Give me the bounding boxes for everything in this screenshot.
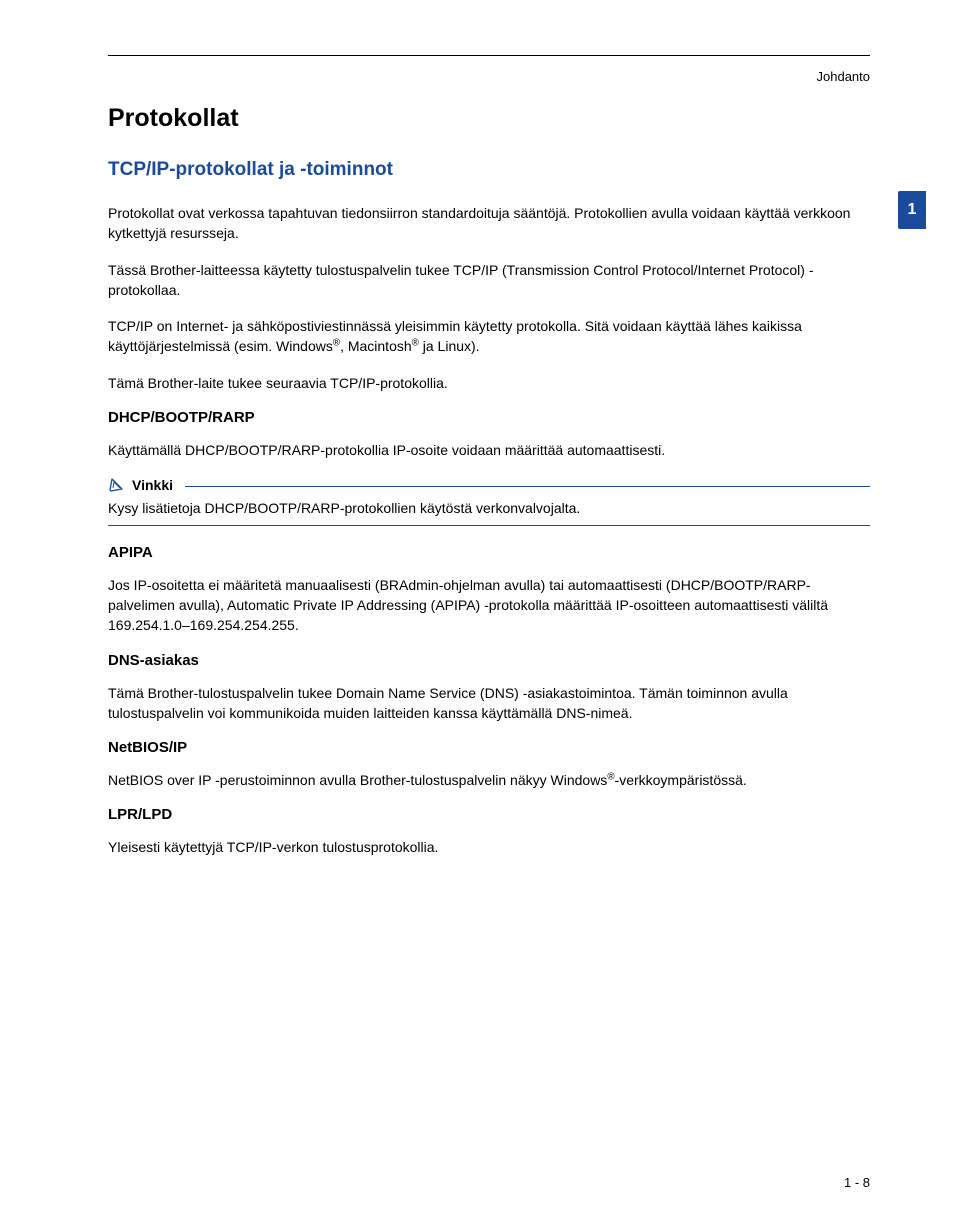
page-number: 1 - 8: [844, 1175, 870, 1190]
page-title: Protokollat: [108, 104, 870, 133]
note-label: Vinkki: [132, 477, 173, 493]
note-rule: [185, 486, 870, 487]
intro-paragraph-2: Tässä Brother-laitteessa käytetty tulost…: [108, 260, 870, 301]
registered-mark: ®: [607, 772, 614, 783]
registered-mark: ®: [333, 338, 340, 349]
lpr-title: LPR/LPD: [108, 806, 870, 823]
context-header: Johdanto: [817, 69, 871, 84]
note-icon: [108, 476, 126, 494]
apipa-body: Jos IP-osoitetta ei määritetä manuaalise…: [108, 575, 870, 636]
dhcp-body: Käyttämällä DHCP/BOOTP/RARP-protokollia …: [108, 440, 870, 460]
chapter-number-badge: 1: [898, 191, 926, 229]
netbios-title: NetBIOS/IP: [108, 739, 870, 756]
intro-paragraph-4: Tämä Brother-laite tukee seuraavia TCP/I…: [108, 373, 870, 393]
section-title: TCP/IP-protokollat ja -toiminnot: [108, 159, 870, 181]
intro-paragraph-1: Protokollat ovat verkossa tapahtuvan tie…: [108, 203, 870, 244]
lpr-body: Yleisesti käytettyjä TCP/IP-verkon tulos…: [108, 837, 870, 857]
note-box: Vinkki Kysy lisätietoja DHCP/BOOTP/RARP-…: [108, 476, 870, 525]
dns-title: DNS-asiakas: [108, 652, 870, 669]
note-body: Kysy lisätietoja DHCP/BOOTP/RARP-protoko…: [108, 496, 870, 525]
intro-paragraph-3: TCP/IP on Internet- ja sähköpostiviestin…: [108, 316, 870, 357]
netbios-body: NetBIOS over IP -perustoiminnon avulla B…: [108, 770, 870, 790]
registered-mark: ®: [412, 338, 419, 349]
top-rule: [108, 55, 870, 56]
dns-body: Tämä Brother-tulostuspalvelin tukee Doma…: [108, 683, 870, 724]
dhcp-title: DHCP/BOOTP/RARP: [108, 409, 870, 426]
apipa-title: APIPA: [108, 544, 870, 561]
